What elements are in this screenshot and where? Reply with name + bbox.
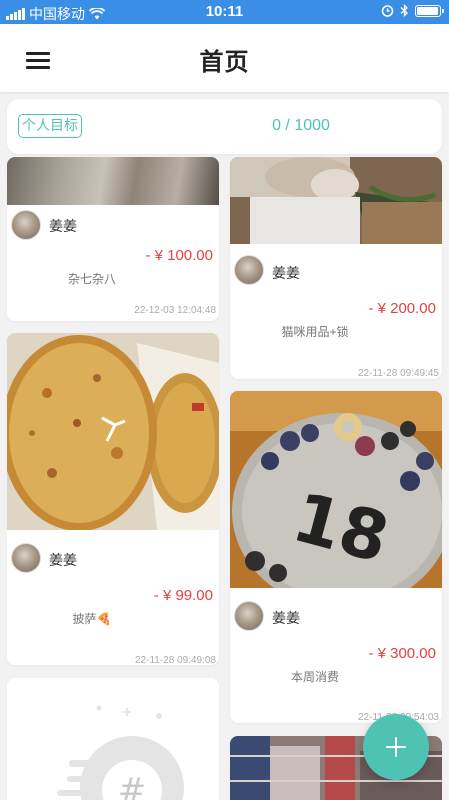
username: 姜姜 — [272, 610, 300, 626]
pizza-photo — [7, 333, 219, 530]
battery-icon — [415, 4, 444, 17]
expense-card[interactable]: 18 姜姜 - ¥ 300.00 本周消费 22-11-28 09:54:03 — [230, 391, 442, 723]
username: 姜姜 — [272, 265, 300, 281]
expense-description: 猫咪用品+锁 — [281, 325, 349, 339]
goal-card[interactable]: 个人目标 0 / 1000 — [7, 99, 442, 154]
expense-time: 22-11-28 09:49:08 — [135, 655, 216, 665]
nav-bar: 首页 — [0, 24, 449, 92]
avatar — [234, 601, 264, 631]
bluetooth-icon — [400, 4, 408, 17]
expense-card[interactable]: # — [7, 678, 219, 800]
avatar — [234, 255, 264, 285]
username: 姜姜 — [49, 218, 77, 234]
expense-description: 杂七杂八 — [67, 272, 116, 286]
expense-description: 本周消费 — [290, 670, 339, 684]
expense-description: 披萨🍕 — [72, 612, 112, 626]
alarm-icon — [381, 5, 394, 17]
svg-text:#: # — [118, 771, 147, 800]
status-bar: 中国移动 10:11 — [0, 0, 449, 24]
empty-placeholder-illustration: # — [7, 678, 219, 800]
expense-card[interactable]: 姜姜 - ¥ 200.00 猫咪用品+锁 22-11-28 09:49:45 — [230, 157, 442, 379]
avatar — [11, 543, 41, 573]
blurred-person-photo — [7, 157, 219, 205]
expense-amount: - ¥ 300.00 — [368, 645, 436, 662]
expense-time: 22-11-28 09:49:45 — [358, 368, 439, 379]
expense-card[interactable]: 姜姜 - ¥ 100.00 杂七杂八 22-12-03 12:04:48 — [7, 157, 219, 321]
username: 姜姜 — [49, 552, 77, 568]
goal-progress: 0 / 1000 — [272, 117, 330, 134]
expense-amount: - ¥ 99.00 — [153, 587, 213, 604]
cat-photo — [230, 157, 442, 244]
birthday-cake-photo: 18 — [230, 391, 442, 588]
add-expense-button[interactable] — [363, 714, 429, 780]
expense-amount: - ¥ 100.00 — [145, 247, 213, 264]
expense-card[interactable]: 姜姜 - ¥ 99.00 披萨🍕 22-11-28 09:49:08 — [7, 333, 219, 665]
expense-time: 22-12-03 12:04:48 — [134, 305, 216, 316]
avatar — [11, 210, 41, 240]
goal-tag: 个人目标 — [18, 114, 82, 138]
expense-amount: - ¥ 200.00 — [368, 300, 436, 317]
page-title: 首页 — [199, 49, 250, 76]
